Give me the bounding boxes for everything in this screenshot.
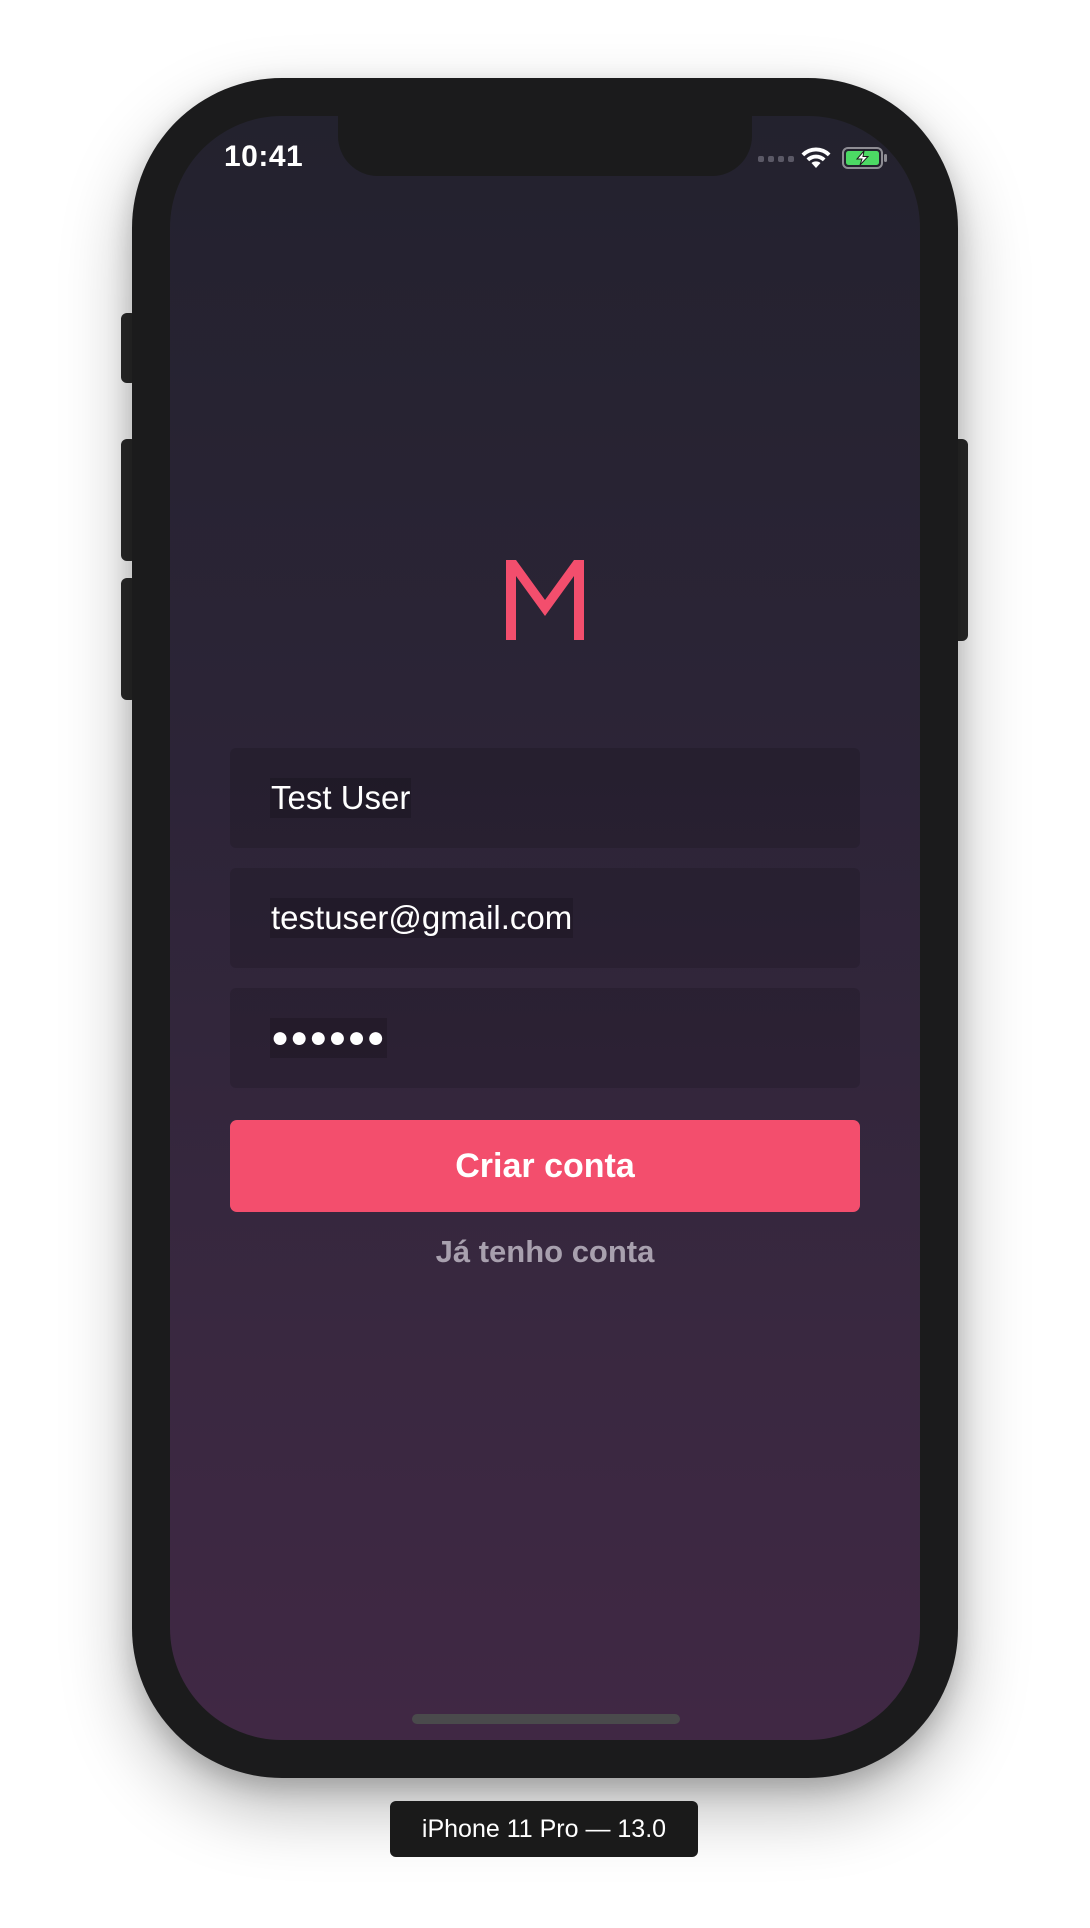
simulator-device-label: iPhone 11 Pro — 13.0 — [390, 1801, 698, 1857]
app-screen: 10:41 Test User testuser@gmail.com ●●●●●… — [170, 116, 920, 1740]
simulator-stage: 10:41 Test User testuser@gmail.com ●●●●●… — [0, 0, 1090, 1928]
email-field-value: testuser@gmail.com — [270, 898, 574, 938]
battery-charging-icon — [842, 147, 887, 169]
email-field[interactable]: testuser@gmail.com — [230, 868, 860, 968]
name-field-value: Test User — [270, 778, 412, 818]
iphone-frame: 10:41 Test User testuser@gmail.com ●●●●●… — [132, 78, 958, 1778]
existing-account-link[interactable]: Já tenho conta — [170, 1234, 920, 1270]
notch — [338, 116, 752, 176]
status-time: 10:41 — [224, 140, 304, 173]
home-indicator[interactable] — [412, 1714, 680, 1724]
wifi-icon — [801, 147, 831, 168]
password-field-value: ●●●●●● — [270, 1018, 387, 1058]
cellular-signal-icon — [758, 156, 794, 162]
create-account-button[interactable]: Criar conta — [230, 1120, 860, 1212]
name-field[interactable]: Test User — [230, 748, 860, 848]
password-field[interactable]: ●●●●●● — [230, 988, 860, 1088]
logo-m-icon — [506, 560, 584, 640]
app-logo — [170, 556, 920, 645]
